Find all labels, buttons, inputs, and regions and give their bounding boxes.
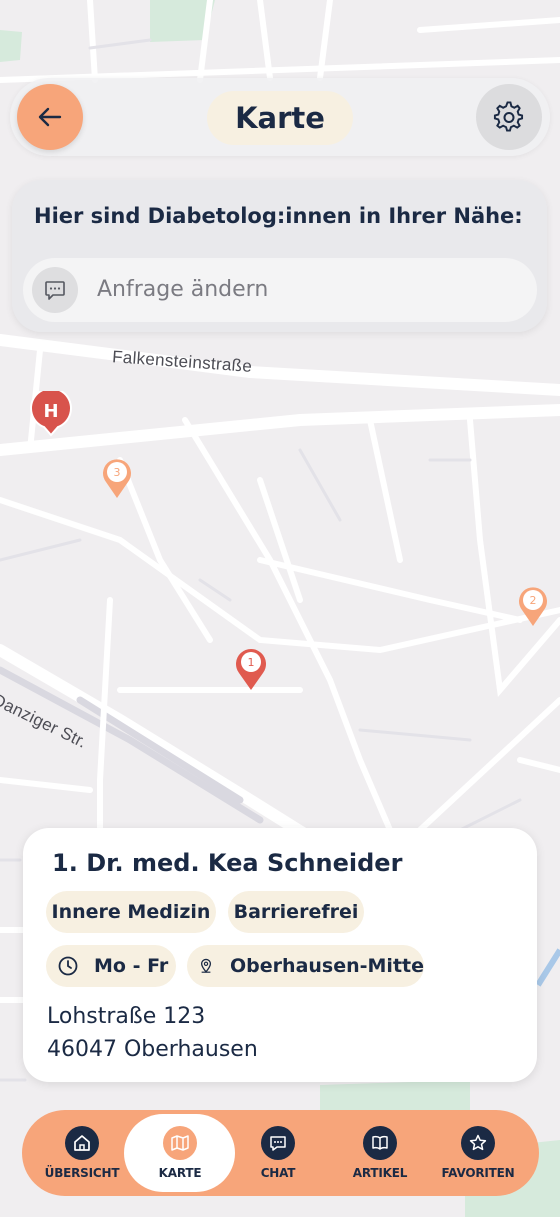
chat-bubble-icon: [32, 267, 78, 313]
nav-item-favoriten[interactable]: FAVORITEN: [432, 1114, 524, 1192]
map-pin-2-label: 2: [530, 594, 537, 607]
map-pin-1-label: 1: [248, 656, 255, 669]
tag-specialty: Innere Medizin: [46, 891, 216, 933]
tag-hours-label: Mo - Fr: [94, 955, 169, 977]
nav-label-artikel: ARTIKEL: [352, 1166, 408, 1180]
nav-label-chat: CHAT: [260, 1166, 296, 1180]
map-pin-1[interactable]: 1: [234, 645, 268, 691]
doctor-rank: 1.: [52, 849, 78, 877]
map-icon: [163, 1126, 197, 1160]
location-pin-icon: [200, 958, 212, 973]
map-pin-3[interactable]: 3: [100, 455, 134, 499]
gear-icon: [493, 101, 524, 132]
query-heading: Hier sind Diabetolog:innen in Ihrer Nähe…: [34, 204, 523, 228]
nav-item-karte[interactable]: KARTE: [130, 1114, 230, 1192]
settings-button[interactable]: [476, 84, 542, 150]
home-icon: [65, 1126, 99, 1160]
nav-label-favoriten: FAVORITEN: [441, 1166, 515, 1180]
tag-district: Oberhausen-Mitte: [187, 945, 424, 987]
tag-hours: Mo - Fr: [46, 945, 176, 987]
doctor-name-text: Dr. med. Kea Schneider: [86, 849, 403, 877]
chat-icon: [261, 1126, 295, 1160]
change-query-placeholder: Anfrage ändern: [97, 277, 269, 302]
tag-specialty-label: Innere Medizin: [51, 901, 211, 923]
back-button[interactable]: [17, 84, 83, 150]
address-city: 46047 Oberhausen: [47, 1037, 258, 1062]
nav-item-chat[interactable]: CHAT: [240, 1114, 316, 1192]
nav-label-uebersicht: ÜBERSICHT: [44, 1166, 120, 1180]
book-icon: [363, 1126, 397, 1160]
doctor-name: 1. Dr. med. Kea Schneider: [52, 849, 402, 877]
nav-item-uebersicht[interactable]: ÜBERSICHT: [40, 1114, 124, 1192]
arrow-left-icon: [38, 107, 62, 127]
nav-label-karte: KARTE: [158, 1166, 202, 1180]
tag-accessibility-label: Barrierefrei: [233, 901, 359, 923]
address-street: Lohstraße 123: [47, 1004, 206, 1029]
clock-icon: [58, 956, 78, 976]
nav-item-artikel[interactable]: ARTIKEL: [338, 1114, 422, 1192]
svg-text:H: H: [43, 401, 58, 422]
map-pin-2[interactable]: 2: [516, 583, 550, 627]
star-icon: [461, 1126, 495, 1160]
page-title: Karte: [207, 91, 353, 145]
map-pin-3-label: 3: [114, 466, 121, 479]
hospital-marker[interactable]: H: [30, 387, 72, 437]
tag-accessibility: Barrierefrei: [228, 891, 364, 933]
tag-district-label: Oberhausen-Mitte: [230, 955, 424, 977]
